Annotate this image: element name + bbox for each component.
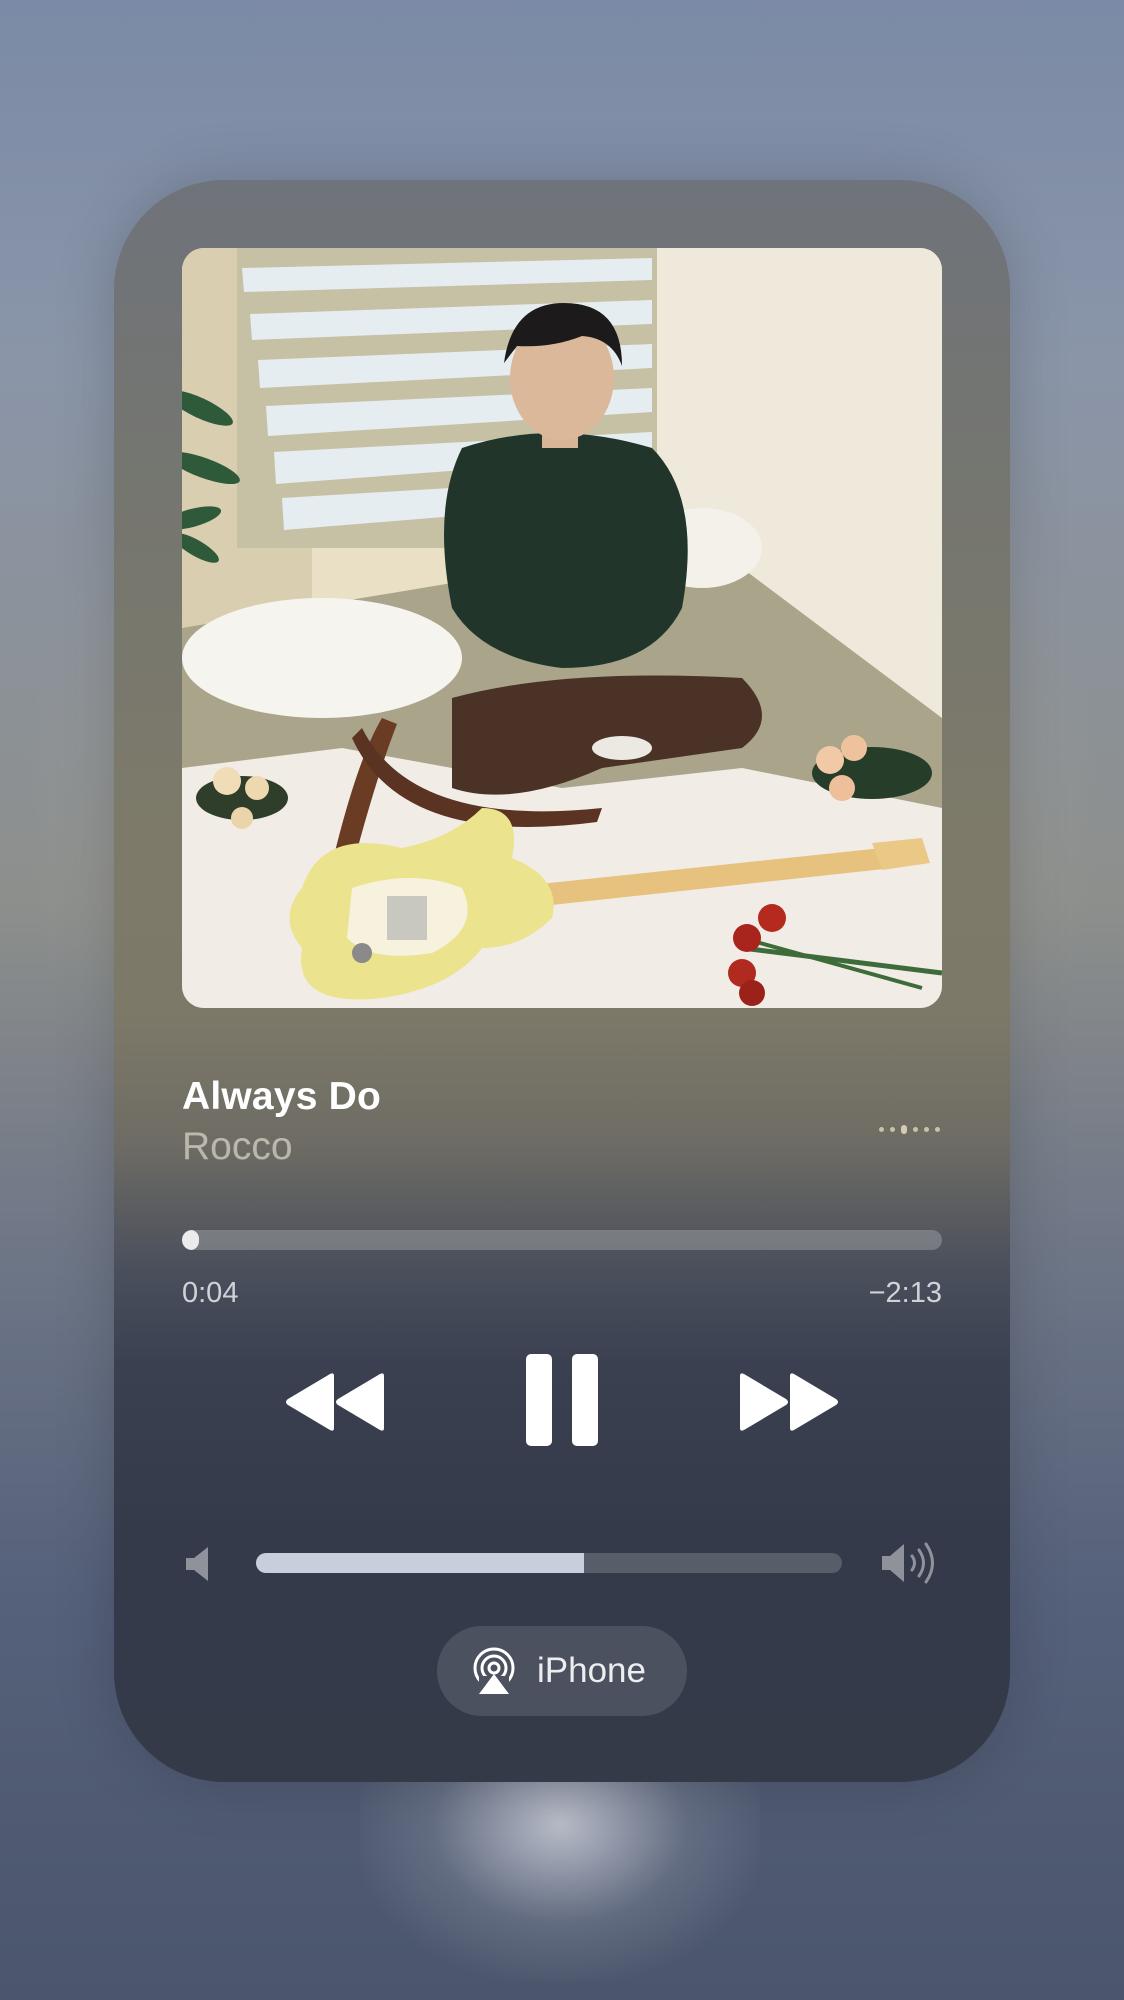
remaining-time: −2:13 xyxy=(868,1277,942,1309)
pause-button[interactable] xyxy=(524,1352,600,1448)
pause-icon xyxy=(526,1354,598,1446)
now-playing-card: Always Do Rocco 0:04 −2:13 iPhone xyxy=(114,180,1010,1782)
track-title: Always Do xyxy=(182,1075,382,1118)
playback-progress-bar[interactable] xyxy=(182,1230,942,1250)
rewind-icon xyxy=(286,1373,384,1431)
output-device-label: iPhone xyxy=(537,1651,646,1690)
album-artwork-image xyxy=(182,248,942,1008)
rewind-button[interactable] xyxy=(284,1370,388,1434)
volume-low-icon xyxy=(184,1544,214,1584)
volume-slider-fill xyxy=(256,1553,585,1573)
volume-slider[interactable] xyxy=(256,1553,842,1573)
artist-name[interactable]: Rocco xyxy=(182,1125,293,1169)
airplay-icon xyxy=(473,1647,515,1696)
more-dots-icon[interactable] xyxy=(879,1122,943,1136)
fast-forward-icon xyxy=(740,1373,838,1431)
playback-progress-fill xyxy=(182,1230,199,1250)
fast-forward-button[interactable] xyxy=(736,1370,840,1434)
volume-high-icon xyxy=(880,1540,942,1586)
elapsed-time: 0:04 xyxy=(182,1277,239,1309)
album-artwork[interactable] xyxy=(182,248,942,1008)
airplay-output-button[interactable]: iPhone xyxy=(437,1626,687,1716)
